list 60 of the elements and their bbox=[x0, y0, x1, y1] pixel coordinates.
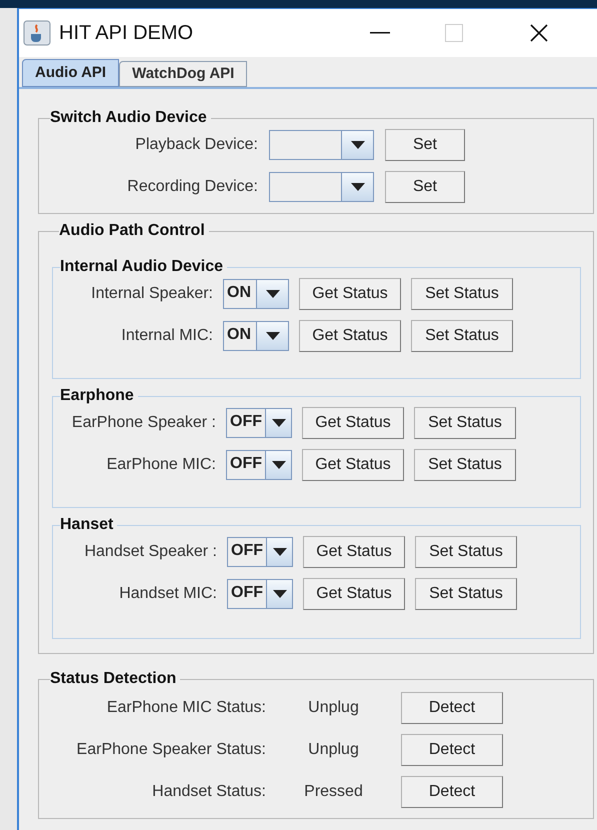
caret-icon bbox=[350, 183, 364, 191]
group-title: Audio Path Control bbox=[59, 222, 206, 240]
button[interactable]: Set bbox=[385, 171, 465, 203]
field-label: EarPhone MIC Status: bbox=[106, 698, 266, 718]
button[interactable]: Set Status bbox=[414, 407, 516, 439]
status-value: Pressed bbox=[303, 782, 364, 802]
group-title: Earphone bbox=[60, 387, 135, 405]
button[interactable]: Detect bbox=[401, 692, 503, 724]
button[interactable]: Get Status bbox=[303, 536, 405, 568]
button[interactable]: Get Status bbox=[302, 407, 404, 439]
field-label: Handset Speaker : bbox=[83, 542, 217, 562]
field-label: Recording Device: bbox=[126, 177, 258, 197]
maximize-icon[interactable] bbox=[445, 24, 464, 42]
group-title: Switch Audio Device bbox=[50, 109, 208, 127]
status-value: Unplug bbox=[307, 740, 360, 760]
dropdown[interactable]: ON bbox=[223, 321, 289, 351]
caret-icon bbox=[272, 548, 286, 556]
close-icon[interactable] bbox=[530, 24, 548, 42]
button[interactable]: Get Status bbox=[299, 278, 401, 310]
field-label: Handset MIC: bbox=[118, 584, 217, 604]
caret-icon bbox=[272, 461, 286, 469]
field-label: EarPhone Speaker Status: bbox=[76, 740, 266, 760]
button[interactable]: Get Status bbox=[302, 449, 404, 481]
button[interactable]: Get Status bbox=[303, 578, 405, 610]
dropdown[interactable] bbox=[269, 130, 374, 160]
button[interactable]: Set Status bbox=[411, 320, 513, 352]
caret-icon bbox=[350, 141, 364, 149]
field-label: EarPhone MIC: bbox=[106, 455, 216, 475]
dropdown[interactable]: OFF bbox=[226, 408, 292, 438]
group-title: Internal Audio Device bbox=[60, 258, 224, 276]
tab[interactable]: WatchDog API bbox=[119, 61, 248, 87]
field-label: Internal Speaker: bbox=[90, 284, 213, 304]
field-label: Internal MIC: bbox=[120, 326, 213, 346]
dropdown[interactable]: OFF bbox=[226, 450, 292, 480]
caret-icon bbox=[272, 419, 286, 427]
button[interactable]: Set bbox=[385, 129, 465, 161]
button[interactable]: Set Status bbox=[411, 278, 513, 310]
caret-icon bbox=[266, 332, 280, 340]
group-title: Hanset bbox=[60, 516, 114, 534]
caret-icon bbox=[266, 290, 280, 298]
minimize-icon[interactable] bbox=[370, 31, 390, 35]
dropdown[interactable]: OFF bbox=[227, 579, 293, 609]
button[interactable]: Detect bbox=[401, 776, 503, 808]
caret-icon bbox=[272, 590, 286, 598]
tab[interactable]: Audio API bbox=[22, 59, 120, 87]
button[interactable]: Detect bbox=[401, 734, 503, 766]
dropdown[interactable]: ON bbox=[223, 279, 289, 309]
status-value: Unplug bbox=[307, 698, 360, 718]
group-title: Status Detection bbox=[50, 670, 178, 688]
field-label: EarPhone Speaker : bbox=[70, 413, 216, 433]
coffee-cup-icon bbox=[23, 20, 51, 46]
field-label: Playback Device: bbox=[134, 135, 258, 155]
window-title: HIT API DEMO bbox=[59, 21, 194, 46]
button[interactable]: Set Status bbox=[415, 578, 517, 610]
dropdown[interactable] bbox=[269, 172, 374, 202]
field-label: Handset Status: bbox=[151, 782, 266, 802]
button[interactable]: Set Status bbox=[415, 536, 517, 568]
button[interactable]: Set Status bbox=[414, 449, 516, 481]
button[interactable]: Get Status bbox=[299, 320, 401, 352]
dropdown[interactable]: OFF bbox=[227, 537, 293, 567]
